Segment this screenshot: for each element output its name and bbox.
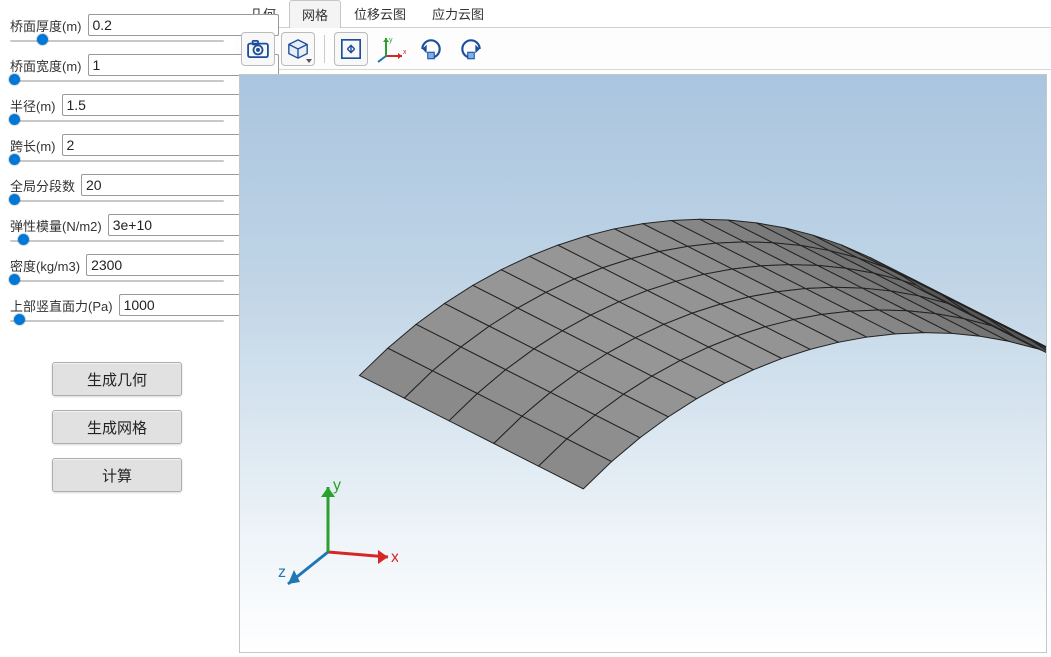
param-label: 上部竖直面力(Pa) [10, 296, 113, 315]
param-label: 全局分段数 [10, 176, 75, 195]
param-label: 桥面厚度(m) [10, 16, 82, 35]
screenshot-button[interactable] [241, 32, 275, 66]
param-input-3[interactable] [62, 134, 253, 156]
param-slider-1[interactable] [10, 78, 224, 82]
cube-icon [287, 38, 309, 60]
param-slider-5[interactable] [10, 238, 224, 242]
main-content: 几何网格位移云图应力云图 x y [235, 0, 1051, 657]
rotate-ccw-button[interactable] [414, 32, 448, 66]
param-slider-3[interactable] [10, 158, 224, 162]
axis-z-label: z [278, 564, 286, 581]
param-label: 半径(m) [10, 96, 56, 115]
param-label: 密度(kg/m3) [10, 256, 80, 275]
tab-mesh[interactable]: 网格 [289, 0, 341, 28]
rotate-cw-icon [458, 36, 484, 62]
chevron-down-icon [306, 59, 312, 63]
param-slider-7[interactable] [10, 318, 224, 322]
axis-x-label: x [391, 549, 398, 566]
rotate-ccw-icon [418, 36, 444, 62]
generate-geometry-button[interactable]: 生成几何 [52, 362, 182, 396]
param-slider-4[interactable] [10, 198, 224, 202]
param-slider-2[interactable] [10, 118, 224, 122]
axis-y-label: y [333, 477, 341, 494]
svg-text:x: x [403, 49, 406, 56]
axes-indicator: x y [374, 32, 408, 66]
camera-icon [247, 40, 269, 58]
viewport-toolbar: x y [235, 28, 1051, 70]
param-input-2[interactable] [62, 94, 253, 116]
view-cube-button[interactable] [281, 32, 315, 66]
fit-icon [340, 38, 362, 60]
param-slider-6[interactable] [10, 278, 224, 282]
tab-stress[interactable]: 应力云图 [419, 0, 497, 27]
3d-viewport[interactable]: x y z [239, 74, 1047, 653]
axis-triad: x y z [278, 472, 398, 592]
fit-view-button[interactable] [334, 32, 368, 66]
compute-button[interactable]: 计算 [52, 458, 182, 492]
param-slider-0[interactable] [10, 38, 224, 42]
tab-bar: 几何网格位移云图应力云图 [235, 0, 1051, 28]
tab-displacement[interactable]: 位移云图 [341, 0, 419, 27]
param-label: 跨长(m) [10, 136, 56, 155]
param-label: 桥面宽度(m) [10, 56, 82, 75]
param-label: 弹性模量(N/m2) [10, 216, 102, 235]
toolbar-separator [324, 35, 325, 63]
axes-mini-icon: x y [376, 34, 406, 64]
rotate-cw-button[interactable] [454, 32, 488, 66]
svg-text:y: y [389, 37, 393, 44]
parameter-panel: 桥面厚度(m) 桥面宽度(m) 半径(m) 跨长(m) [0, 0, 235, 657]
generate-mesh-button[interactable]: 生成网格 [52, 410, 182, 444]
